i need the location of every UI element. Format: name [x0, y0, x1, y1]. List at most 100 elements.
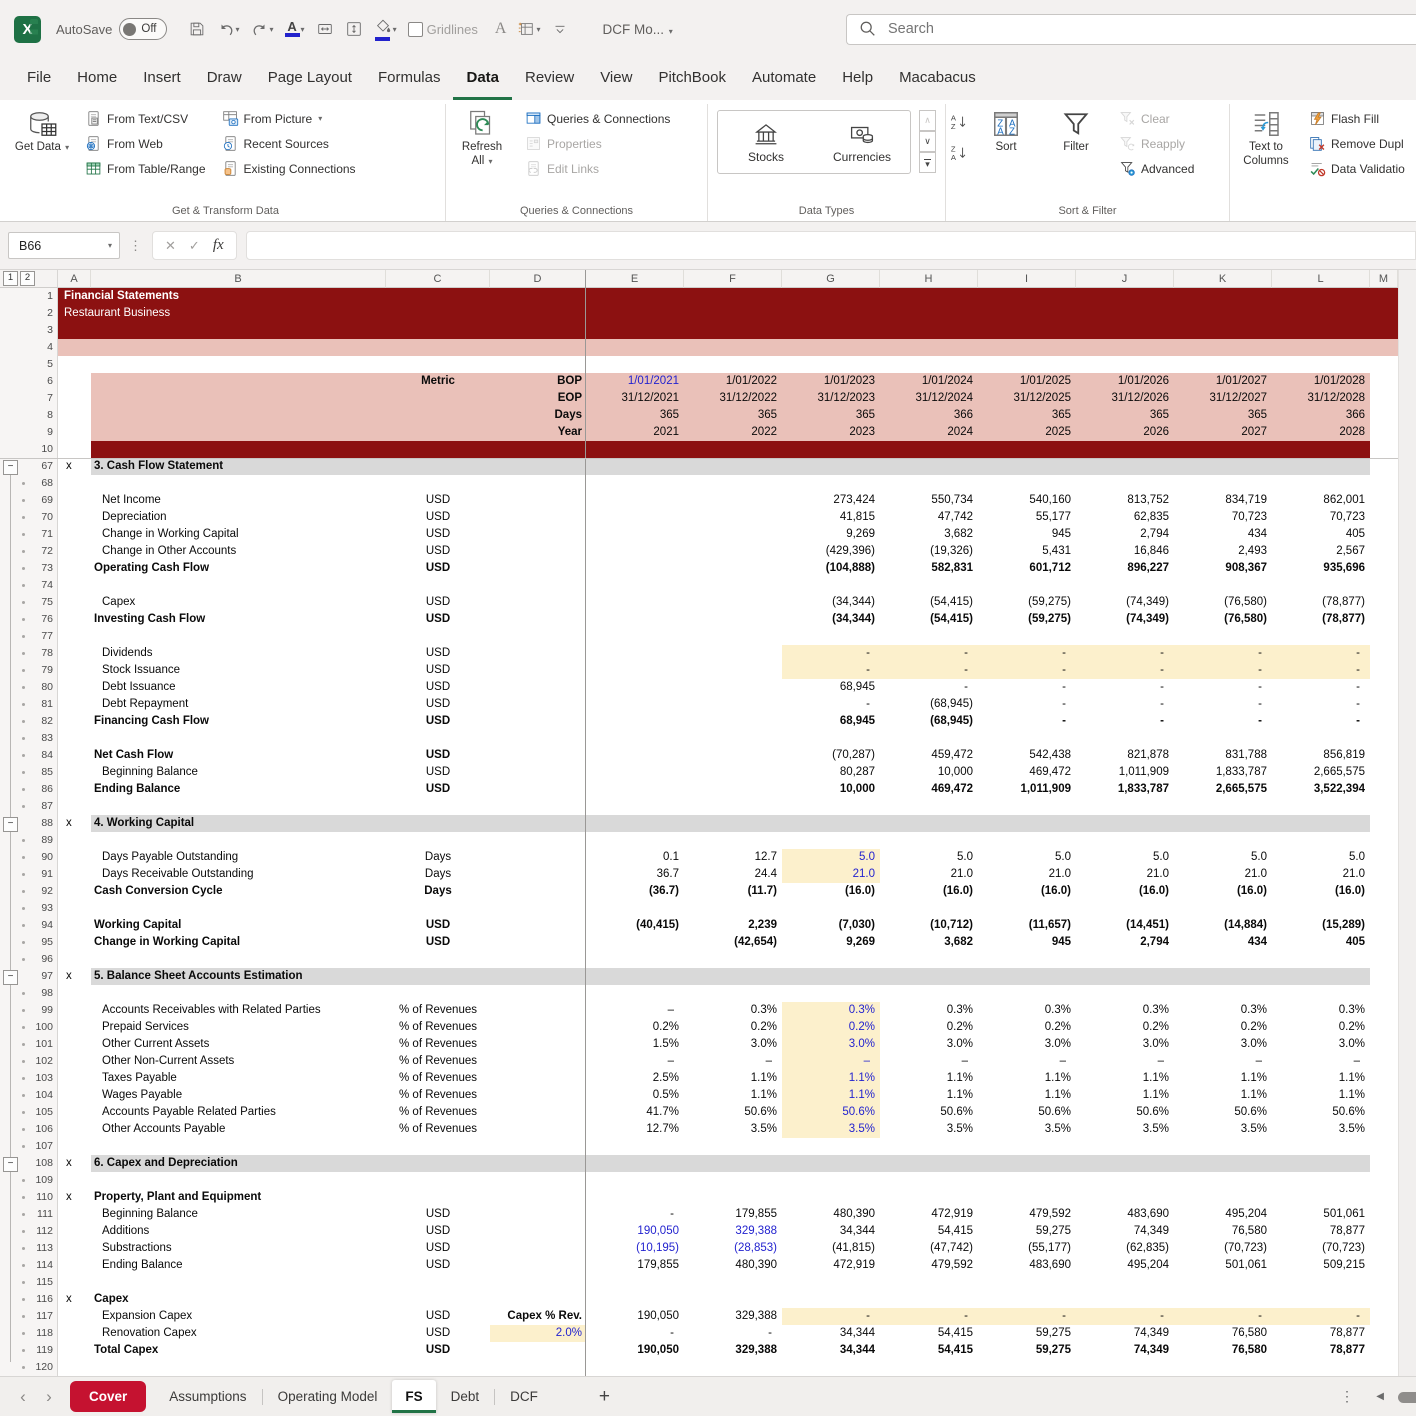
- cell-K2[interactable]: [1174, 305, 1272, 322]
- col-header-B[interactable]: B: [91, 270, 386, 288]
- cell-C1[interactable]: [386, 288, 490, 305]
- cell-C118[interactable]: USD: [386, 1325, 490, 1342]
- font-button[interactable]: A: [491, 14, 511, 44]
- cell-K69[interactable]: 834,719: [1174, 492, 1272, 509]
- cell-F10[interactable]: [684, 441, 782, 458]
- cell-K96[interactable]: [1174, 951, 1272, 968]
- cell-F114[interactable]: 480,390: [684, 1257, 782, 1274]
- cell-F84[interactable]: [684, 747, 782, 764]
- cell-K117[interactable]: -: [1174, 1308, 1272, 1325]
- cell-L107[interactable]: [1272, 1138, 1370, 1155]
- cell-L105[interactable]: 50.6%: [1272, 1104, 1370, 1121]
- cell-B115[interactable]: [91, 1274, 386, 1291]
- cell-I97[interactable]: [978, 968, 1076, 985]
- cell-K72[interactable]: 2,493: [1174, 543, 1272, 560]
- cell-M73[interactable]: [1370, 560, 1398, 577]
- cell-D72[interactable]: [490, 543, 586, 560]
- cell-D69[interactable]: [490, 492, 586, 509]
- cell-A69[interactable]: [58, 492, 91, 509]
- cell-D104[interactable]: [490, 1087, 586, 1104]
- cell-H102[interactable]: –: [880, 1053, 978, 1070]
- cell-H104[interactable]: 1.1%: [880, 1087, 978, 1104]
- cell-K119[interactable]: 76,580: [1174, 1342, 1272, 1359]
- cell-I81[interactable]: -: [978, 696, 1076, 713]
- cell-F97[interactable]: [684, 968, 782, 985]
- ribbon-tab-macabacus[interactable]: Macabacus: [886, 58, 989, 100]
- cell-D73[interactable]: [490, 560, 586, 577]
- excel-logo-icon[interactable]: X: [14, 16, 41, 43]
- row-header-108[interactable]: 108: [34, 1155, 58, 1172]
- cell-E73[interactable]: [586, 560, 684, 577]
- col-header-L[interactable]: L: [1272, 270, 1370, 288]
- cell-B109[interactable]: [91, 1172, 386, 1189]
- cell-M1[interactable]: [1370, 288, 1398, 305]
- cell-D91[interactable]: [490, 866, 586, 883]
- cell-E84[interactable]: [586, 747, 684, 764]
- cell-H81[interactable]: (68,945): [880, 696, 978, 713]
- cell-K83[interactable]: [1174, 730, 1272, 747]
- cell-F116[interactable]: [684, 1291, 782, 1308]
- cell-M78[interactable]: [1370, 645, 1398, 662]
- cell-D77[interactable]: [490, 628, 586, 645]
- cell-I70[interactable]: 55,177: [978, 509, 1076, 526]
- cell-I4[interactable]: [978, 339, 1076, 356]
- cell-I68[interactable]: [978, 475, 1076, 492]
- cell-B99[interactable]: Accounts Receivables with Related Partie…: [91, 1002, 386, 1019]
- cell-I90[interactable]: 5.0: [978, 849, 1076, 866]
- cell-I96[interactable]: [978, 951, 1076, 968]
- cell-E99[interactable]: –: [586, 1002, 684, 1019]
- cell-A94[interactable]: [58, 917, 91, 934]
- cell-C70[interactable]: USD: [386, 509, 490, 526]
- cell-G111[interactable]: 480,390: [782, 1206, 880, 1223]
- cell-H92[interactable]: (16.0): [880, 883, 978, 900]
- cell-A107[interactable]: [58, 1138, 91, 1155]
- cell-C96[interactable]: [386, 951, 490, 968]
- cell-M74[interactable]: [1370, 577, 1398, 594]
- cell-F92[interactable]: (11.7): [684, 883, 782, 900]
- row-header-117[interactable]: 117: [34, 1308, 58, 1325]
- cell-B81[interactable]: Debt Repayment: [91, 696, 386, 713]
- cell-E81[interactable]: [586, 696, 684, 713]
- cell-J3[interactable]: [1076, 322, 1174, 339]
- cell-M71[interactable]: [1370, 526, 1398, 543]
- cell-J5[interactable]: [1076, 356, 1174, 373]
- cell-I9[interactable]: 2025: [978, 424, 1076, 441]
- row-header-9[interactable]: 9: [34, 424, 58, 441]
- row-header-2[interactable]: 2: [34, 305, 58, 322]
- cell-B10[interactable]: [91, 441, 386, 458]
- cell-A3[interactable]: [58, 322, 91, 339]
- cell-F105[interactable]: 50.6%: [684, 1104, 782, 1121]
- cell-B116[interactable]: Capex: [91, 1291, 386, 1308]
- cell-F88[interactable]: [684, 815, 782, 832]
- cell-A72[interactable]: [58, 543, 91, 560]
- cell-I113[interactable]: (55,177): [978, 1240, 1076, 1257]
- cell-C91[interactable]: Days: [386, 866, 490, 883]
- cell-E100[interactable]: 0.2%: [586, 1019, 684, 1036]
- cell-I105[interactable]: 50.6%: [978, 1104, 1076, 1121]
- cell-M82[interactable]: [1370, 713, 1398, 730]
- cell-G105[interactable]: 50.6%: [782, 1104, 880, 1121]
- cell-L2[interactable]: [1272, 305, 1370, 322]
- cell-H85[interactable]: 10,000: [880, 764, 978, 781]
- refresh-all-button[interactable]: Refresh All ▾: [450, 106, 514, 169]
- cell-K75[interactable]: (76,580): [1174, 594, 1272, 611]
- row-header-76[interactable]: 76: [34, 611, 58, 628]
- cell-L1[interactable]: [1272, 288, 1370, 305]
- cell-D97[interactable]: [490, 968, 586, 985]
- cell-H101[interactable]: 3.0%: [880, 1036, 978, 1053]
- cell-L98[interactable]: [1272, 985, 1370, 1002]
- cell-M120[interactable]: [1370, 1359, 1398, 1376]
- cell-K89[interactable]: [1174, 832, 1272, 849]
- cell-K105[interactable]: 50.6%: [1174, 1104, 1272, 1121]
- cell-M70[interactable]: [1370, 509, 1398, 526]
- ribbon-tab-page-layout[interactable]: Page Layout: [255, 58, 365, 100]
- cell-M76[interactable]: [1370, 611, 1398, 628]
- cell-K108[interactable]: [1174, 1155, 1272, 1172]
- cell-B83[interactable]: [91, 730, 386, 747]
- cell-J88[interactable]: [1076, 815, 1174, 832]
- cell-G7[interactable]: 31/12/2023: [782, 390, 880, 407]
- cell-J97[interactable]: [1076, 968, 1174, 985]
- cell-C98[interactable]: [386, 985, 490, 1002]
- cell-I95[interactable]: 945: [978, 934, 1076, 951]
- cell-C80[interactable]: USD: [386, 679, 490, 696]
